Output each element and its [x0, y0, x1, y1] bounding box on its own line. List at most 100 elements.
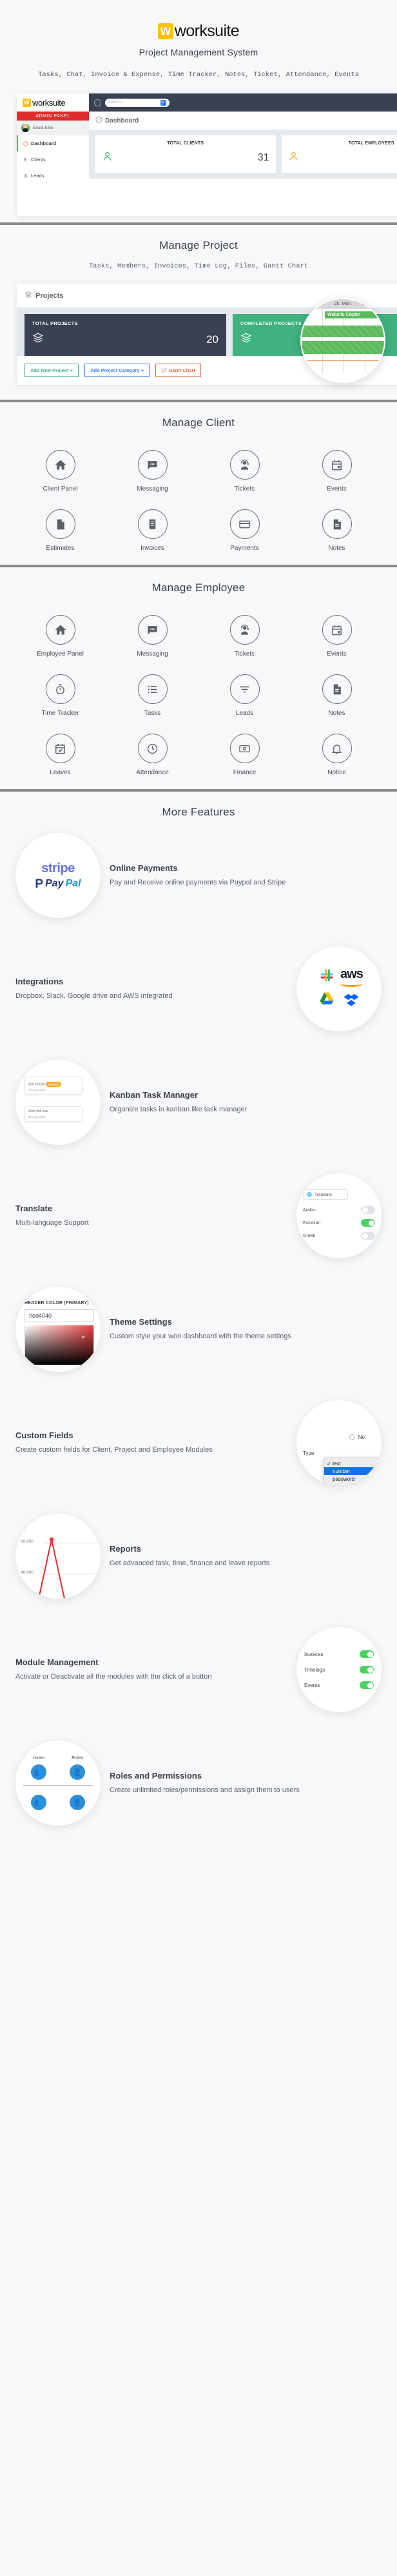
module-toggle[interactable]	[360, 1681, 374, 1689]
priority-chip: Medium	[46, 1082, 62, 1087]
stopwatch-icon	[45, 674, 75, 704]
button-label: Gantt Chart	[168, 367, 195, 373]
worksuite-mark-icon: W	[157, 23, 173, 39]
radio-label: No	[358, 1434, 365, 1440]
button-label: Add New Project	[30, 367, 69, 373]
stat-card-row: TOTAL CLIENTS 31 TOTAL EMPLOYEES	[89, 130, 397, 179]
sidebar-item-leads[interactable]: Leads	[17, 168, 89, 184]
feature-title: Online Payments	[110, 863, 178, 873]
money-icon	[229, 734, 260, 763]
color-picker-gradient[interactable]	[24, 1325, 94, 1365]
user-group-icon	[23, 157, 28, 162]
sidebar-item-label: Dashboard	[31, 141, 57, 146]
language-toggle[interactable]	[361, 1219, 375, 1227]
feature-notes[interactable]: Notes	[291, 509, 383, 552]
theme-color-input[interactable]: #ed4040	[24, 1309, 94, 1322]
feature-employee-panel[interactable]: Employee Panel	[14, 615, 106, 658]
feature-tickets[interactable]: Tickets	[198, 450, 291, 493]
sidebar-user-name: Enola Kihn	[33, 126, 53, 130]
stat-card-total-clients: TOTAL CLIENTS 31	[95, 135, 276, 173]
menu-option-text[interactable]: text	[324, 1459, 380, 1467]
more-features-section: More Features stripe P Pay Pal Online Pay…	[0, 792, 397, 1846]
feature-reports: 60,000 40,000 Reports Get advanced task,…	[0, 1499, 397, 1613]
add-project-category-button[interactable]: Add Project Category +	[84, 364, 150, 377]
feature-invoices[interactable]: Invoices	[106, 509, 198, 552]
feature-payments[interactable]: Payments	[198, 509, 291, 552]
feature-attendance[interactable]: Attendance	[106, 734, 198, 776]
feature-tasks[interactable]: Tasks	[106, 674, 198, 717]
feature-messaging[interactable]: Messaging	[106, 450, 198, 493]
module-toggle[interactable]	[360, 1650, 374, 1658]
radio-no[interactable]	[349, 1434, 355, 1440]
feature-estimates[interactable]: Estimates	[14, 509, 106, 552]
feature-label: Attendance	[136, 769, 169, 776]
breadcrumb-title: Dashboard	[105, 117, 139, 124]
feature-leads[interactable]: Leads	[198, 674, 291, 717]
stat-label: TOTAL CLIENTS	[167, 141, 204, 146]
feature-title: Integrations	[15, 976, 64, 986]
users-node-icon: 👥	[31, 1795, 46, 1810]
language-toggle[interactable]	[361, 1206, 375, 1214]
stat-value: 31	[257, 152, 269, 163]
search-input[interactable]: Search... 🔍	[105, 98, 169, 107]
search-icon[interactable]: 🔍	[160, 99, 166, 106]
color-picker-handle[interactable]	[82, 1336, 84, 1338]
calendar-check-icon	[45, 734, 75, 763]
feature-finance[interactable]: Finance	[198, 734, 291, 776]
translate-header-label: Translate	[315, 1192, 332, 1197]
back-arrow-icon[interactable]: ←	[94, 99, 101, 106]
tile-value: 20	[206, 333, 218, 346]
language-toggle[interactable]	[361, 1232, 375, 1240]
feature-events[interactable]: Events	[291, 450, 383, 493]
kanban-card-date: 29 Aug, 2020	[28, 1088, 46, 1091]
layers-icon	[240, 332, 252, 347]
feature-notice[interactable]: Notice	[291, 734, 383, 776]
reports-art: 60,000 40,000	[15, 1514, 101, 1599]
module-toggle[interactable]	[360, 1666, 374, 1673]
feature-leaves[interactable]: Leaves	[14, 734, 106, 776]
feature-label: Notes	[328, 710, 345, 717]
menu-option-number[interactable]: number	[324, 1467, 380, 1475]
feature-messaging[interactable]: Messaging	[106, 615, 198, 658]
translate-row: Estonian	[303, 1216, 375, 1229]
speedometer-icon	[95, 116, 102, 125]
gantt-bar: Website Copier	[325, 311, 384, 318]
feature-label: Tickets	[234, 650, 255, 658]
employee-feature-grid: Employee Panel Messaging Tickets Events	[0, 594, 397, 783]
custom-fields-art: No Type text number password textarea se…	[296, 1400, 382, 1485]
feature-label: Messaging	[137, 650, 168, 658]
add-new-project-button[interactable]: Add New Project +	[24, 364, 79, 377]
chat-bubble-icon	[137, 450, 168, 480]
kanban-card-title: Alice find leak	[28, 1109, 48, 1113]
feature-translate: 🌐 Translate Arabic Estonian Greek Transl…	[0, 1159, 397, 1273]
feature-client-panel[interactable]: Client Panel	[14, 450, 106, 493]
menu-option-textarea[interactable]: textarea	[324, 1483, 380, 1486]
feature-description: Dropbox, Slack, Google drive and AWS int…	[15, 991, 173, 1000]
theme-color-label: HEADER COLOR (PRIMARY)	[24, 1301, 89, 1305]
sidebar-logo: W worksuite	[17, 93, 89, 112]
feature-description: Create unlimited roles/permissions and a…	[110, 1786, 300, 1794]
section-subtitle: Tasks, Members, Invoices, Time Log, File…	[88, 262, 309, 270]
sidebar-item-clients[interactable]: Clients	[17, 151, 89, 168]
user-icon	[102, 151, 113, 165]
feature-notes[interactable]: Notes	[291, 674, 383, 717]
feature-tickets[interactable]: Tickets	[198, 615, 291, 658]
manage-project-section: Manage Project Tasks, Members, Invoices,…	[0, 225, 397, 400]
client-feature-grid: Client Panel Messaging Tickets Events Es…	[0, 429, 397, 558]
module-row: Events	[304, 1677, 374, 1693]
sidebar-user[interactable]: Enola Kihn ›	[17, 121, 89, 135]
menu-option-password[interactable]: password	[324, 1475, 380, 1483]
feature-description: Organize tasks in kanban like task manag…	[110, 1105, 247, 1113]
feature-time-tracker[interactable]: Time Tracker	[14, 674, 106, 717]
sidebar-item-label: Leads	[31, 173, 44, 179]
sidebar-item-dashboard[interactable]: Dashboard	[17, 135, 89, 151]
gantt-chart-button[interactable]: 📈 Gantt Chart	[155, 364, 201, 377]
feature-events[interactable]: Events	[291, 615, 383, 658]
layers-icon	[32, 332, 44, 347]
feature-label: Messaging	[137, 485, 168, 493]
globe-icon: 🌐	[307, 1193, 313, 1197]
roles-column-label: Roles	[72, 1756, 84, 1761]
bell-icon	[322, 734, 352, 763]
type-dropdown-menu[interactable]: text number password textarea select rad…	[324, 1458, 380, 1485]
roles-node-icon: 👤	[70, 1764, 85, 1780]
